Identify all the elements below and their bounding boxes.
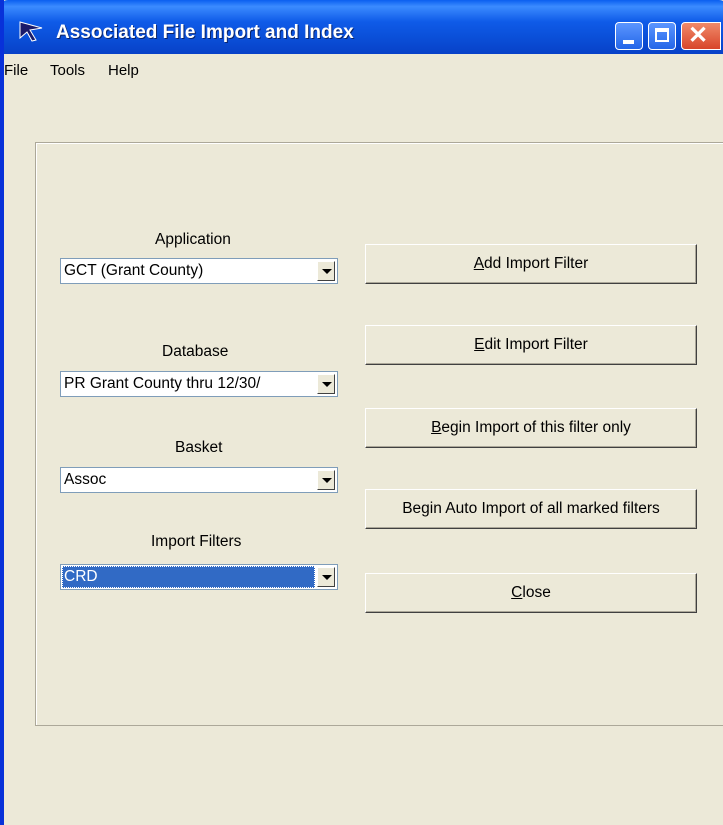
application-select[interactable]: GCT (Grant County) [60,258,338,284]
basket-select[interactable]: Assoc [60,467,338,493]
title-bar[interactable]: Associated File Import and Index ✕ [4,0,723,54]
add-import-filter-button[interactable]: Add Import Filter [365,244,697,284]
window-title: Associated File Import and Index [56,22,354,43]
begin-auto-import-button[interactable]: Begin Auto Import of all marked filters [365,489,697,529]
import-filters-value: CRD [62,566,315,588]
basket-dropdown-arrow-icon[interactable] [317,470,335,490]
begin-import-button[interactable]: Begin Import of this filter only [365,408,697,448]
menu-help[interactable]: Help [108,62,139,79]
close-button[interactable]: Close [365,573,697,613]
database-select[interactable]: PR Grant County thru 12/30/ [60,371,338,397]
menu-tools[interactable]: Tools [50,62,85,79]
application-label: Application [155,231,231,248]
basket-value: Assoc [64,471,107,488]
minimize-icon [623,40,634,44]
import-filters-select[interactable]: CRD [60,564,338,590]
menu-file[interactable]: File [4,62,28,79]
import-filters-dropdown-arrow-icon[interactable] [317,567,335,587]
app-icon [19,21,43,42]
database-value: PR Grant County thru 12/30/ [64,375,261,392]
close-icon: ✕ [688,22,709,49]
basket-label: Basket [175,439,223,456]
application-value: GCT (Grant County) [64,262,204,279]
edit-import-filter-button[interactable]: Edit Import Filter [365,325,697,365]
database-label: Database [162,343,229,360]
maximize-icon [655,28,669,42]
application-dropdown-arrow-icon[interactable] [317,261,335,281]
database-dropdown-arrow-icon[interactable] [317,374,335,394]
minimize-button[interactable] [615,22,643,50]
maximize-button[interactable] [648,22,676,50]
app-window: Associated File Import and Index ✕ File … [0,0,723,825]
import-filters-label: Import Filters [151,533,242,550]
menu-bar: File Tools Help [4,58,723,84]
close-window-button[interactable]: ✕ [681,22,721,50]
